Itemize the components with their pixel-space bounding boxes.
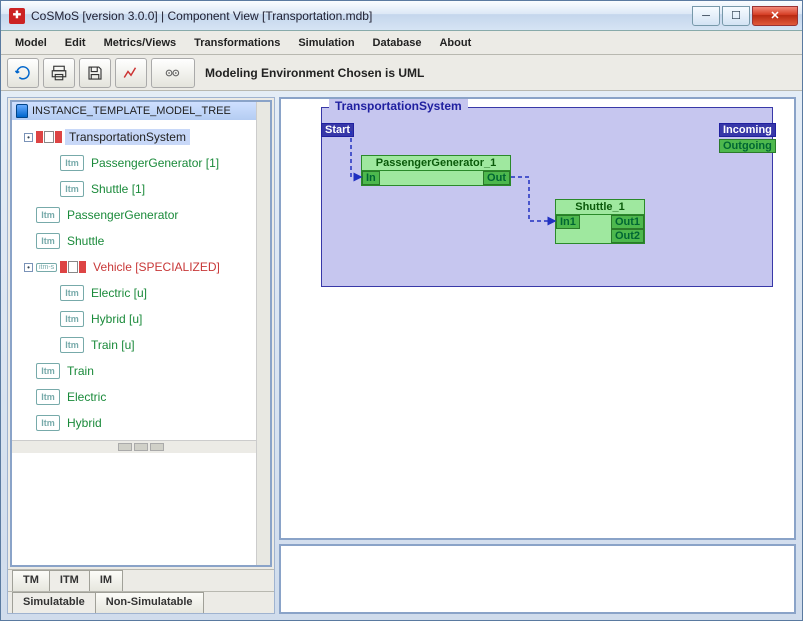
close-button[interactable]: ✕ [752, 6, 798, 26]
menubar: Model Edit Metrics/Views Transformations… [1, 31, 802, 55]
tree-item[interactable]: ItmElectric [18, 384, 270, 410]
tree-item[interactable]: ItmPassengerGenerator [18, 202, 270, 228]
maximize-button[interactable]: ☐ [722, 6, 750, 26]
tree-root-label: INSTANCE_TEMPLATE_MODEL_TREE [32, 105, 231, 117]
menu-about[interactable]: About [431, 34, 479, 52]
tree-toggle[interactable]: • [24, 263, 33, 272]
menu-edit[interactable]: Edit [57, 34, 94, 52]
port-outgoing[interactable]: Outgoing [719, 139, 776, 153]
tree-panel: INSTANCE_TEMPLATE_MODEL_TREE • Transporta… [7, 97, 275, 614]
toolbar-status-label: Modeling Environment Chosen is UML [205, 66, 424, 80]
menu-model[interactable]: Model [7, 34, 55, 52]
tree-item[interactable]: ItmTrain [u] [18, 332, 270, 358]
comp2-port-in[interactable]: In1 [556, 215, 580, 229]
comp1-port-in[interactable]: In [362, 171, 380, 185]
item-icon: Itm [36, 415, 60, 431]
item-icon: Itm [60, 285, 84, 301]
tree-item[interactable]: ItmTrain [18, 358, 270, 384]
tree-scrollbar[interactable] [256, 102, 270, 565]
menu-simulation[interactable]: Simulation [290, 34, 362, 52]
tree-item-label: Vehicle [SPECIALIZED] [89, 259, 224, 275]
item-icon: Itm [36, 389, 60, 405]
component-passenger-generator[interactable]: PassengerGenerator_1 In Out [361, 155, 511, 186]
gears-button[interactable] [151, 58, 195, 88]
item-icon: Itm [36, 207, 60, 223]
tab-itm[interactable]: ITM [49, 570, 90, 591]
diagram-canvas[interactable]: TransportationSystem Start Incoming Outg… [279, 97, 796, 540]
item-icon: Itm [60, 181, 84, 197]
tree-item-label: PassengerGenerator [1] [87, 155, 223, 171]
comp2-port-out2[interactable]: Out2 [611, 229, 644, 243]
tree-root[interactable]: INSTANCE_TEMPLATE_MODEL_TREE [12, 102, 270, 120]
tree-item-label: TransportationSystem [65, 129, 190, 145]
model-tabs: TM ITM IM [8, 569, 274, 591]
tree-item-label: Electric [63, 389, 110, 405]
tree-item-label: PassengerGenerator [63, 207, 182, 223]
app-icon: ✚ [9, 8, 25, 24]
tree-item[interactable]: ItmShuttle [1] [18, 176, 270, 202]
tree-item-label: Hybrid [63, 415, 106, 431]
window: ✚ CoSMoS [version 3.0.0] | Component Vie… [0, 0, 803, 621]
component-icon [60, 261, 86, 273]
comp2-name: Shuttle_1 [556, 200, 644, 215]
tree-item-label: Train [u] [87, 337, 139, 353]
tree-item[interactable]: ItmPassengerGenerator [1] [18, 150, 270, 176]
comp2-port-out1[interactable]: Out1 [611, 215, 644, 229]
component-icon [36, 131, 62, 143]
tree-item[interactable]: ItmElectric [u] [18, 280, 270, 306]
tab-tm[interactable]: TM [12, 570, 50, 591]
system-title: TransportationSystem [329, 99, 468, 115]
itms-badge: itm-s [36, 263, 57, 272]
sim-tabs: Simulatable Non-Simulatable [8, 591, 274, 613]
chart-button[interactable] [115, 58, 147, 88]
comp1-port-out[interactable]: Out [483, 171, 510, 185]
tree-item-label: Shuttle [63, 233, 108, 249]
menu-database[interactable]: Database [365, 34, 430, 52]
save-button[interactable] [79, 58, 111, 88]
tree-item[interactable]: ItmShuttle [18, 228, 270, 254]
toolbar: Modeling Environment Chosen is UML [1, 55, 802, 91]
port-start[interactable]: Start [321, 123, 354, 137]
titlebar: ✚ CoSMoS [version 3.0.0] | Component Vie… [1, 1, 802, 31]
tab-simulatable[interactable]: Simulatable [12, 592, 96, 613]
database-icon [16, 104, 28, 118]
item-icon: Itm [60, 155, 84, 171]
print-button[interactable] [43, 58, 75, 88]
tree-item-label: Hybrid [u] [87, 311, 146, 327]
item-icon: Itm [60, 311, 84, 327]
menu-metrics[interactable]: Metrics/Views [96, 34, 185, 52]
item-icon: Itm [36, 233, 60, 249]
tree-item[interactable]: •itm-s Vehicle [SPECIALIZED] [18, 254, 270, 280]
minimize-button[interactable]: ─ [692, 6, 720, 26]
item-icon: Itm [60, 337, 84, 353]
bottom-panel [279, 544, 796, 614]
tree-toggle[interactable]: • [24, 133, 33, 142]
menu-transformations[interactable]: Transformations [186, 34, 288, 52]
window-title: CoSMoS [version 3.0.0] | Component View … [31, 9, 690, 23]
tree-item-label: Train [63, 363, 98, 379]
system-box[interactable] [321, 107, 773, 287]
tree-item[interactable]: ItmHybrid [18, 410, 270, 436]
tree-item[interactable]: • TransportationSystem [18, 124, 270, 150]
tree-item-label: Electric [u] [87, 285, 151, 301]
comp1-name: PassengerGenerator_1 [362, 156, 510, 171]
tab-im[interactable]: IM [89, 570, 123, 591]
refresh-button[interactable] [7, 58, 39, 88]
component-shuttle[interactable]: Shuttle_1 In1 Out1 Out2 [555, 199, 645, 244]
tab-nonsimulatable[interactable]: Non-Simulatable [95, 592, 204, 613]
item-icon: Itm [36, 363, 60, 379]
port-incoming[interactable]: Incoming [719, 123, 776, 137]
tree-item-label: Shuttle [1] [87, 181, 149, 197]
tree-item[interactable]: ItmHybrid [u] [18, 306, 270, 332]
